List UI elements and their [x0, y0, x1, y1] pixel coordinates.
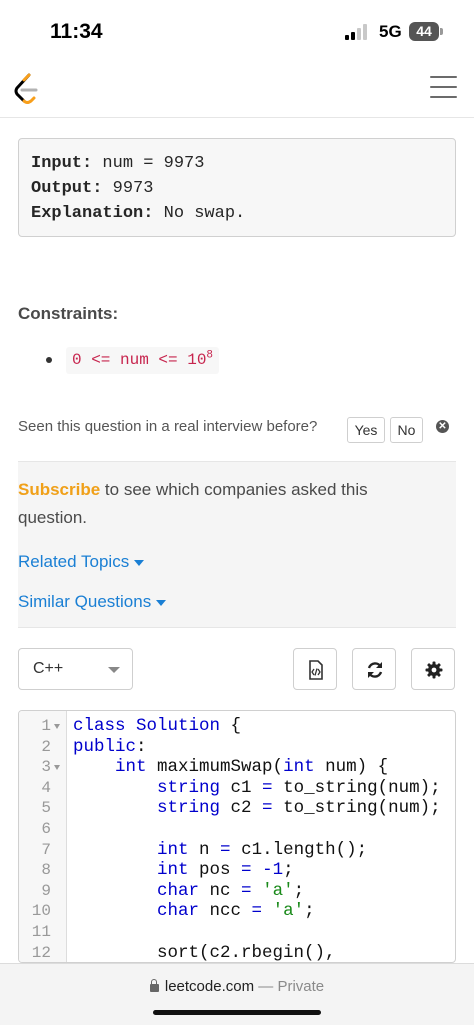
site-header — [0, 62, 474, 118]
line-number: 7 — [41, 840, 51, 859]
code-line-2: public: — [73, 736, 147, 757]
related-topics-toggle[interactable]: Related Topics — [18, 552, 145, 572]
list-bullet — [46, 357, 52, 363]
code-line-4: string c1 = to_string(num); — [157, 777, 441, 798]
line-number: 10 — [31, 902, 51, 921]
battery-tip — [440, 28, 443, 35]
no-button[interactable]: No — [390, 417, 423, 443]
line-number: 12 — [31, 943, 51, 962]
lock-icon — [149, 979, 159, 992]
line-number: 2 — [41, 737, 51, 756]
example-explanation-line: Explanation: No swap. — [31, 204, 246, 223]
line-number: 8 — [41, 861, 51, 880]
settings-button[interactable] — [411, 648, 455, 690]
code-line-12: sort(c2.rbegin(), — [73, 942, 336, 963]
fold-arrow-icon[interactable] — [54, 724, 60, 729]
example-block: Input: num = 9973 Output: 9973 Explanati… — [18, 138, 456, 237]
code-line-9: char nc = 'a'; — [157, 880, 305, 901]
close-icon[interactable]: ✕ — [436, 420, 449, 433]
interview-question-prompt: Seen this question in a real interview b… — [18, 418, 318, 435]
example-input-line: Input: num = 9973 — [31, 154, 205, 173]
hamburger-menu-icon[interactable] — [430, 76, 457, 98]
yes-button[interactable]: Yes — [347, 417, 385, 443]
code-line-3: int maximumSwap(int num) { — [115, 757, 389, 778]
constraints-heading: Constraints: — [18, 304, 119, 323]
line-number: 1 — [41, 717, 51, 735]
language-select[interactable]: C++ — [18, 648, 133, 690]
chevron-down-icon — [108, 667, 120, 673]
caret-down-icon — [156, 599, 167, 606]
company-section: Subscribe to see which companies asked t… — [18, 461, 456, 628]
fold-arrow-icon[interactable] — [54, 765, 60, 771]
subscribe-message: Subscribe to see which companies asked t… — [18, 480, 368, 527]
code-line-8: int pos = -1; — [157, 860, 294, 881]
leetcode-logo[interactable] — [12, 72, 42, 106]
status-time: 11:34 — [50, 20, 103, 43]
reset-code-button[interactable] — [352, 648, 396, 690]
line-number: 5 — [41, 799, 51, 818]
similar-questions-toggle[interactable]: Similar Questions — [18, 592, 167, 612]
file-code-icon — [309, 660, 323, 680]
network-type: 5G — [379, 22, 402, 41]
code-line-1: class Solution { — [73, 716, 242, 736]
subscribe-link[interactable]: Subscribe — [18, 480, 100, 499]
line-number: 4 — [41, 778, 51, 797]
line-number: 6 — [41, 820, 51, 838]
line-number: 3 — [41, 758, 51, 777]
constraint-item: 0 <= num <= 108 — [66, 347, 220, 374]
status-bar: 11:34 5G 44 — [0, 0, 474, 62]
code-line-7: int n = c1.length(); — [157, 839, 368, 860]
example-output-line: Output: 9973 — [31, 179, 154, 198]
battery-icon: 44 — [409, 22, 439, 41]
code-line-5: string c2 = to_string(num); — [157, 798, 441, 819]
line-number: 9 — [41, 881, 51, 900]
url-display[interactable]: leetcode.com — Private — [0, 978, 474, 995]
refresh-icon — [367, 662, 383, 678]
code-line-10: char ncc = 'a'; — [157, 901, 315, 922]
gear-icon — [425, 661, 443, 679]
signal-icon — [345, 24, 371, 40]
file-code-button[interactable] — [293, 648, 337, 690]
caret-down-icon — [134, 559, 145, 566]
browser-url-bar[interactable]: leetcode.com — Private — [0, 963, 474, 1025]
home-indicator[interactable] — [153, 1010, 321, 1015]
line-number: 11 — [31, 923, 51, 941]
code-editor[interactable]: 1 2 3 4 5 6 7 8 9 10 11 12 class Solution { public:… — [18, 710, 456, 963]
